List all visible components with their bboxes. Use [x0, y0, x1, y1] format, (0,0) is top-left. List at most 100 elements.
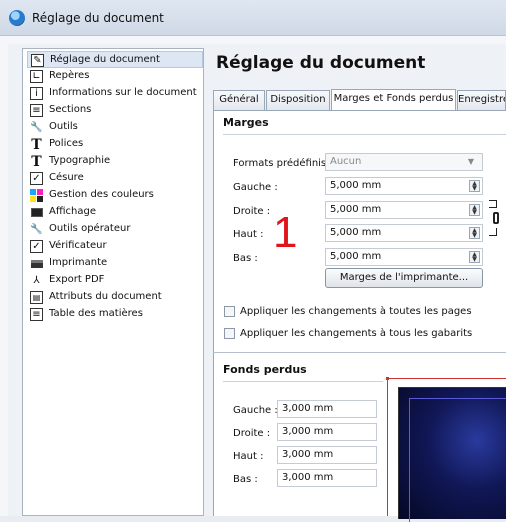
app-icon [9, 10, 25, 26]
page-preview [386, 377, 506, 522]
toc-icon: ≡ [30, 308, 43, 321]
sidebar-item-label: Table des matières [49, 308, 143, 319]
bleed-bottom-label: Bas : [233, 474, 258, 485]
sidebar-item-label: Polices [49, 138, 84, 149]
dialog-window: Réglage du document ✎ Réglage du documen… [0, 0, 506, 522]
sidebar-item-label: Imprimante [49, 257, 108, 268]
preview-margin-guide [409, 398, 506, 522]
bleed-right-input[interactable]: 3,000 mm [277, 423, 377, 441]
page-title: Réglage du document [216, 53, 426, 73]
chain-icon[interactable] [493, 212, 499, 224]
sidebar-item-printer[interactable]: Imprimante [27, 255, 203, 272]
margin-left-value: 5,000 mm [330, 180, 382, 191]
presets-label: Formats prédéfinis : [233, 158, 333, 169]
sidebar-item-document-settings[interactable]: ✎ Réglage du document [27, 51, 203, 68]
apply-all-masters-checkbox[interactable] [224, 328, 235, 339]
sections-icon: ≡ [30, 104, 43, 117]
sidebar-item-document-attributes[interactable]: ▤ Attributs du document [27, 289, 203, 306]
sidebar-item-preflight[interactable]: ✓ Vérificateur [27, 238, 203, 255]
margin-bottom-input[interactable]: 5,000 mm ▲ ▼ [325, 248, 483, 266]
sidebar-item-label: Repères [49, 70, 90, 81]
tab-save[interactable]: Enregistre [457, 90, 506, 110]
sidebar-item-label: Césure [49, 172, 84, 183]
info-icon: i [30, 87, 43, 100]
sidebar-item-tools[interactable]: 🔧 Outils [27, 119, 203, 136]
printer-margins-button[interactable]: Marges de l'imprimante... [325, 268, 483, 288]
sidebar-item-label: Réglage du document [50, 54, 160, 65]
sidebar-item-fonts[interactable]: T Polices [27, 136, 203, 153]
link-margins-icon[interactable] [489, 200, 497, 208]
sidebar-item-label: Gestion des couleurs [49, 189, 154, 200]
checkbox-icon: ✓ [30, 240, 43, 253]
sidebar-item-color-management[interactable]: Gestion des couleurs [27, 187, 203, 204]
wrench-icon: 🔧 [30, 223, 43, 235]
sidebar-item-operator-tools[interactable]: 🔧 Outils opérateur [27, 221, 203, 238]
margin-left-label: Gauche : [233, 182, 278, 193]
margin-bottom-value: 5,000 mm [330, 251, 382, 262]
window-title: Réglage du document [32, 11, 164, 25]
checkbox-icon: ✓ [30, 172, 43, 185]
tab-margins-bleeds[interactable]: Marges et Fonds perdus [331, 89, 456, 110]
font-T-icon: T [31, 136, 42, 153]
preview-page [398, 387, 506, 522]
wrench-icon: 🔧 [30, 121, 43, 133]
title-bar[interactable]: Réglage du document [0, 0, 506, 36]
margin-top-input[interactable]: 5,000 mm ▲ ▼ [325, 224, 483, 242]
attributes-icon: ▤ [30, 291, 43, 304]
bleed-left-input[interactable]: 3,000 mm [277, 400, 377, 418]
spin-arrows-icon[interactable]: ▲ ▼ [469, 251, 480, 263]
spin-arrows-icon[interactable]: ▲ ▼ [469, 227, 480, 239]
bleed-right-label: Droite : [233, 428, 271, 439]
export-pdf-icon: ⅄ [33, 274, 40, 286]
sidebar-item-label: Vérificateur [49, 240, 107, 251]
bleeds-section-title: Fonds perdus [223, 363, 307, 376]
document-settings-icon: ✎ [31, 54, 44, 67]
chevron-down-icon: ▼ [467, 157, 474, 166]
margins-separator [223, 134, 506, 135]
sidebar-item-display[interactable]: Affichage [27, 204, 203, 221]
spin-arrows-icon[interactable]: ▲ ▼ [469, 204, 480, 216]
sidebar-item-sections[interactable]: ≡ Sections [27, 102, 203, 119]
apply-all-masters-label: Appliquer les changements à tous les gab… [240, 328, 473, 339]
bleed-corner-marker [386, 377, 389, 380]
margin-right-input[interactable]: 5,000 mm ▲ ▼ [325, 201, 483, 219]
sidebar-item-guides[interactable]: ∟ Repères [27, 68, 203, 85]
sidebar-item-document-info[interactable]: i Informations sur le document [27, 85, 203, 102]
bleed-bottom-input[interactable]: 3,000 mm [277, 469, 377, 487]
margin-top-value: 5,000 mm [330, 227, 382, 238]
bleed-top-input[interactable]: 3,000 mm [277, 446, 377, 464]
sidebar-item-export-pdf[interactable]: ⅄ Export PDF [27, 272, 203, 289]
apply-all-pages-checkbox[interactable] [224, 306, 235, 317]
printer-icon [30, 257, 43, 270]
sidebar-item-table-of-contents[interactable]: ≡ Table des matières [27, 306, 203, 323]
margin-right-label: Droite : [233, 206, 271, 217]
sidebar-item-label: Typographie [49, 155, 111, 166]
sidebar-item-typography[interactable]: T Typographie [27, 153, 203, 170]
color-squares-icon [30, 189, 43, 202]
margin-right-value: 5,000 mm [330, 204, 382, 215]
bleed-left-label: Gauche : [233, 405, 278, 416]
margin-left-input[interactable]: 5,000 mm ▲ ▼ [325, 177, 483, 195]
sidebar-item-label: Attributs du document [49, 291, 162, 302]
monitor-icon [30, 206, 43, 219]
sidebar-list: ✎ Réglage du document ∟ Repères i Inform… [22, 48, 204, 516]
typography-T-icon: T [31, 153, 42, 170]
annotation-number: 1 [273, 208, 298, 257]
link-margins-bottom-icon [489, 228, 497, 236]
guides-icon: ∟ [30, 70, 43, 83]
sidebar-item-hyphenation[interactable]: ✓ Césure [27, 170, 203, 187]
sidebar-item-label: Informations sur le document [49, 87, 197, 98]
spin-arrows-icon[interactable]: ▲ ▼ [469, 180, 480, 192]
tab-layout[interactable]: Disposition [266, 90, 330, 110]
presets-select[interactable]: Aucun ▼ [325, 153, 483, 171]
sidebar-item-label: Export PDF [49, 274, 105, 285]
bleed-top-label: Haut : [233, 451, 264, 462]
sidebar-item-label: Sections [49, 104, 92, 115]
tab-general[interactable]: Général [213, 90, 265, 110]
margins-section-title: Marges [223, 116, 269, 129]
margin-top-label: Haut : [233, 229, 264, 240]
section-divider [213, 352, 506, 353]
sidebar-item-label: Outils [49, 121, 78, 132]
margin-bottom-label: Bas : [233, 253, 258, 264]
sidebar-item-label: Affichage [49, 206, 96, 217]
